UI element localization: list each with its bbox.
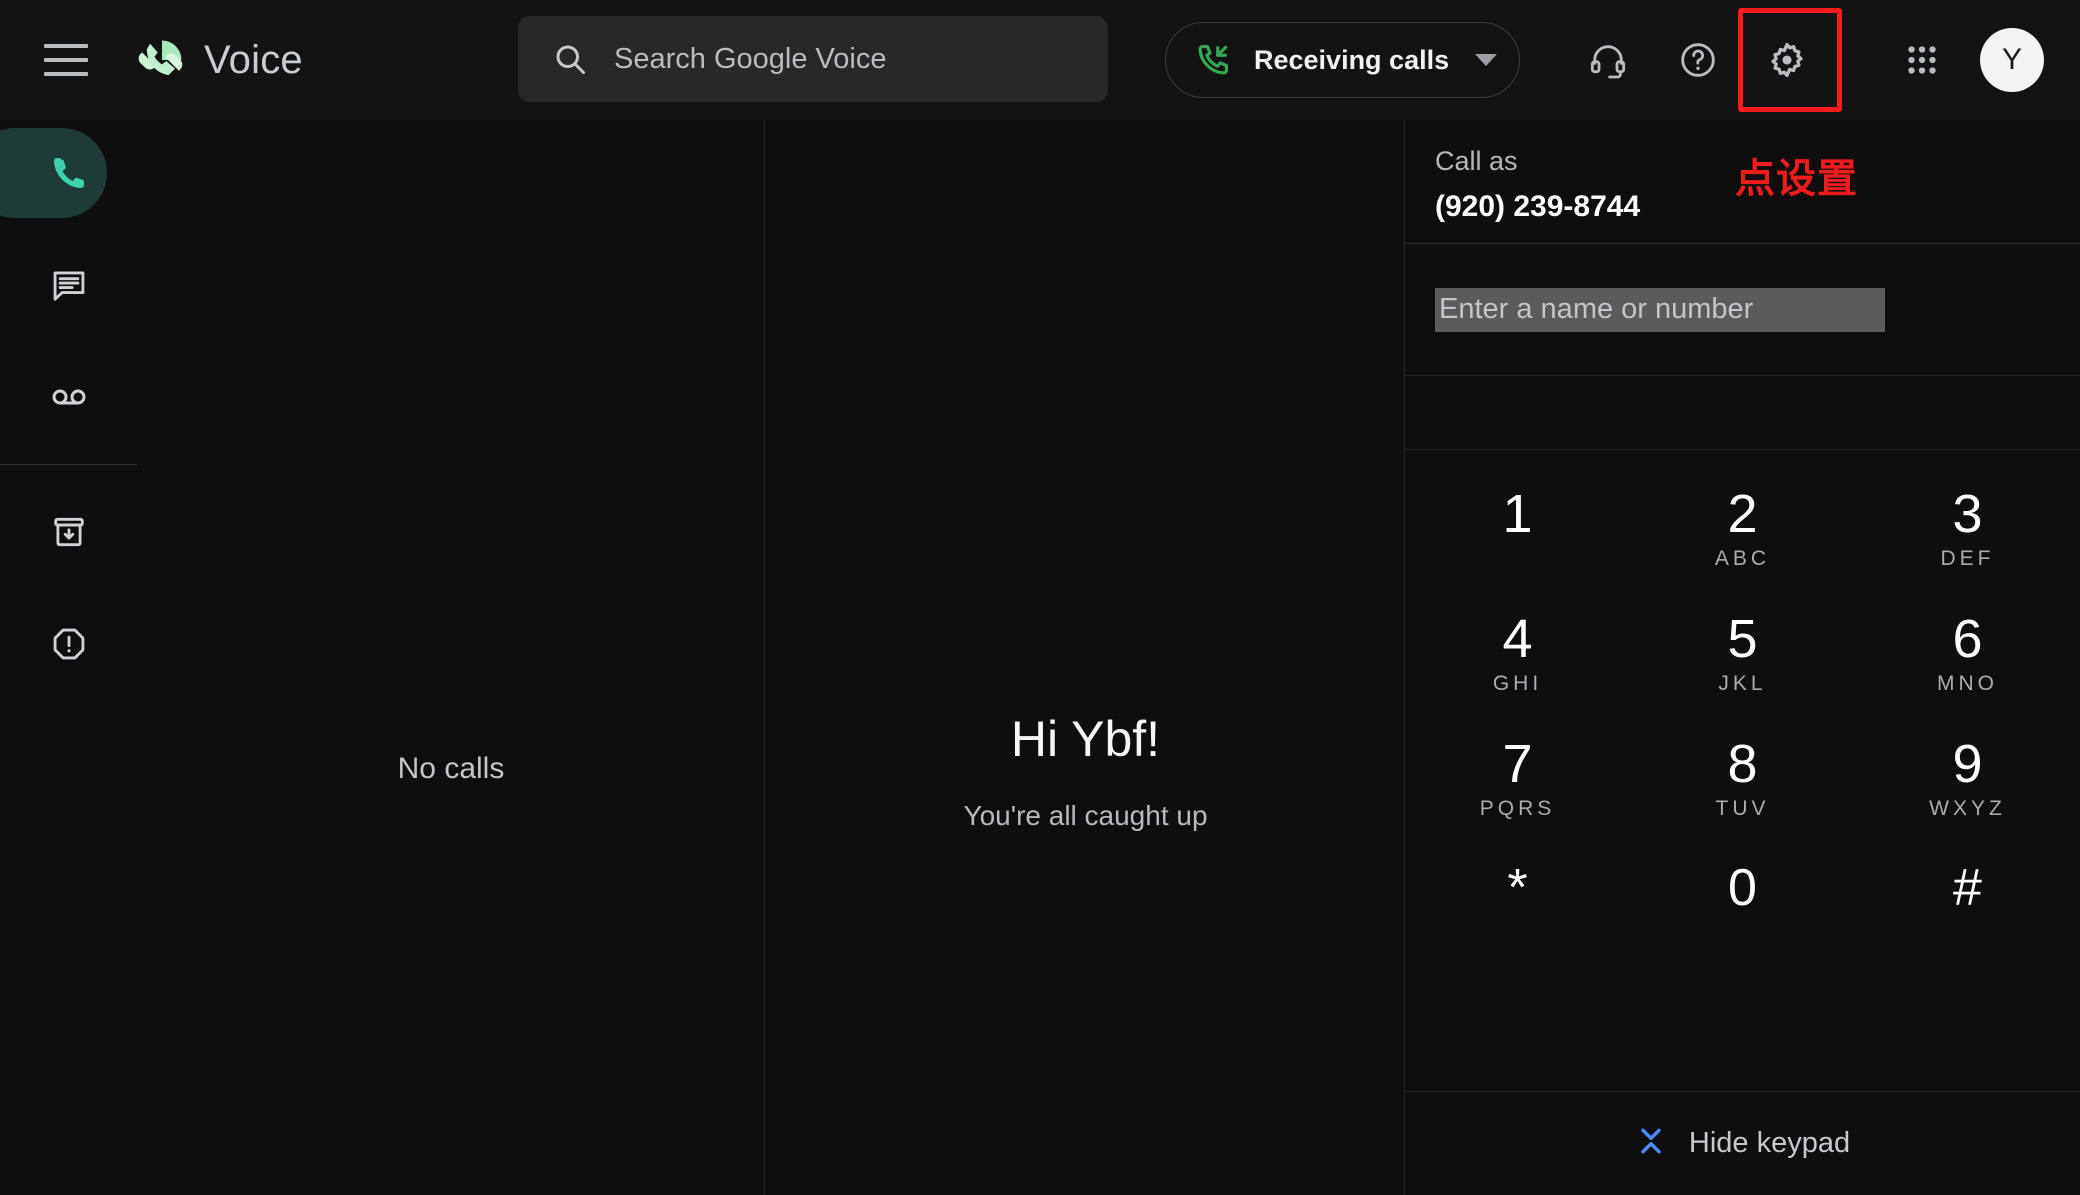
key-9[interactable]: 9 WXYZ (1855, 726, 2080, 851)
annotation-text: 点设置 (1735, 156, 1858, 202)
search-icon (552, 41, 588, 77)
no-calls-empty-state: No calls (397, 752, 505, 785)
key-letters: ABC (1714, 546, 1771, 570)
call-as-label: Call as (1435, 146, 1518, 176)
key-digit: 3 (1952, 484, 1983, 544)
hide-keypad-button[interactable]: Hide keypad (1405, 1091, 2080, 1195)
key-digit: 0 (1728, 859, 1757, 917)
keypad: 1 2 ABC 3 DEF 4 GHI 5 JKL 6 MNO 7 PQRS 8… (1405, 450, 2080, 976)
key-digit: # (1953, 859, 1982, 917)
key-digit: 1 (1502, 484, 1533, 544)
key-digit: 2 (1727, 484, 1758, 544)
google-voice-logo-icon (136, 34, 188, 86)
phone-icon (53, 158, 84, 189)
key-8[interactable]: 8 TUV (1630, 726, 1855, 851)
key-letters: WXYZ (1929, 796, 2006, 820)
key-letters: GHI (1492, 671, 1543, 695)
page-title: Hi Ybf! (1010, 711, 1161, 767)
main-content-panel: Hi Ybf! You're all caught up (766, 120, 1405, 1195)
key-digit: * (1507, 859, 1528, 917)
spam-icon (53, 628, 84, 660)
key-7[interactable]: 7 PQRS (1405, 726, 1630, 851)
call-as-block: Call as (920) 239-8744 点设置 (1405, 120, 2080, 244)
call-as-number: (920) 239-8744 (1435, 190, 1641, 223)
key-letters: MNO (1937, 671, 1998, 695)
sidebar-item-calls[interactable] (0, 128, 137, 218)
app-header: Voice Search Google Voice Receiving call… (0, 0, 2080, 120)
brand: Voice (136, 34, 303, 86)
number-entry-row (1405, 244, 2080, 376)
brand-name: Voice (204, 37, 303, 82)
key-1[interactable]: 1 (1405, 476, 1630, 601)
receiving-calls-dropdown[interactable]: Receiving calls (1165, 22, 1520, 98)
number-entry-input[interactable] (1435, 287, 1885, 332)
key-letters: DEF (1940, 546, 1995, 570)
search-input[interactable]: Search Google Voice (614, 43, 886, 76)
key-star[interactable]: * (1405, 851, 1630, 976)
key-letters: PQRS (1479, 796, 1556, 820)
page-subtitle: You're all caught up (963, 800, 1208, 831)
key-4[interactable]: 4 GHI (1405, 601, 1630, 726)
apps-grid-icon[interactable] (1890, 28, 1954, 92)
keypad-row: 4 GHI 5 JKL 6 MNO (1405, 601, 2080, 726)
key-digit: 8 (1727, 734, 1758, 794)
help-icon[interactable] (1666, 28, 1730, 92)
keypad-row: 1 2 ABC 3 DEF (1405, 476, 2080, 601)
message-icon (53, 271, 84, 301)
headset-icon[interactable] (1576, 28, 1640, 92)
hamburger-menu-icon[interactable] (44, 44, 88, 76)
avatar-initial: Y (2001, 43, 2022, 76)
key-letters: TUV (1715, 796, 1770, 820)
avatar[interactable]: Y (1980, 28, 2044, 92)
status-label: Receiving calls (1254, 44, 1450, 75)
sidebar-item-messages[interactable] (0, 240, 137, 330)
key-2[interactable]: 2 ABC (1630, 476, 1855, 601)
keypad-row: 7 PQRS 8 TUV 9 WXYZ (1405, 726, 2080, 851)
key-6[interactable]: 6 MNO (1855, 601, 2080, 726)
key-hash[interactable]: # (1855, 851, 2080, 976)
archive-icon (53, 517, 84, 547)
voicemail-icon (52, 389, 85, 405)
rail-divider (0, 464, 137, 465)
collapse-chevrons-icon (1635, 1125, 1667, 1162)
dialer-spacer (1405, 376, 2080, 450)
gear-icon[interactable] (1755, 28, 1819, 92)
key-digit: 6 (1952, 609, 1983, 669)
sidebar-item-voicemail[interactable] (0, 352, 137, 442)
search-bar[interactable]: Search Google Voice (518, 16, 1108, 102)
dialer-panel: Call as (920) 239-8744 点设置 1 2 ABC (1405, 120, 2080, 1195)
chevron-down-icon[interactable] (1475, 54, 1498, 66)
key-3[interactable]: 3 DEF (1855, 476, 2080, 601)
key-5[interactable]: 5 JKL (1630, 601, 1855, 726)
key-digit: 9 (1952, 734, 1983, 794)
hide-keypad-label: Hide keypad (1688, 1127, 1851, 1159)
key-0[interactable]: 0 (1630, 851, 1855, 976)
left-nav-rail (0, 120, 137, 1195)
key-digit: 4 (1502, 609, 1533, 669)
google-voice-app: Voice Search Google Voice Receiving call… (0, 0, 2080, 1195)
key-digit: 5 (1727, 609, 1758, 669)
sidebar-item-archived[interactable] (0, 487, 137, 577)
key-letters: JKL (1718, 671, 1767, 695)
keypad-row: * 0 # (1405, 851, 2080, 976)
sidebar-item-spam[interactable] (0, 599, 137, 689)
key-digit: 7 (1502, 734, 1533, 794)
incoming-call-icon (1194, 41, 1232, 79)
calls-list-panel: No calls (137, 120, 765, 1195)
